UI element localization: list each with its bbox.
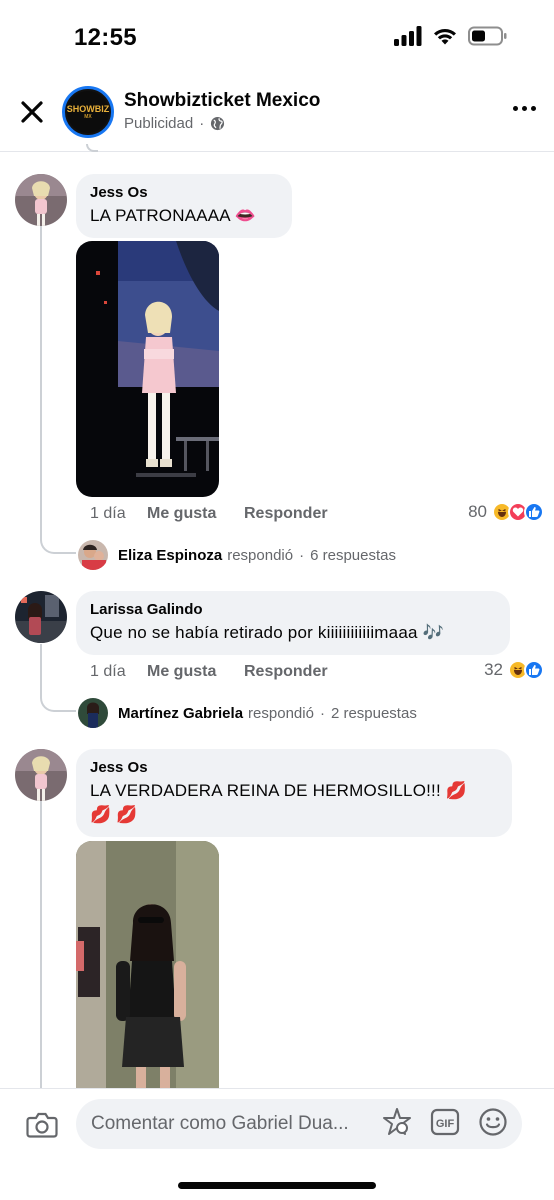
avatar-sticker-icon[interactable] xyxy=(382,1107,412,1137)
page-logo: SHOWBIZ MX xyxy=(67,91,109,133)
wifi-icon xyxy=(434,29,456,45)
comment-author[interactable]: Larissa Galindo xyxy=(90,601,496,618)
page-name[interactable]: Showbizticket Mexico xyxy=(124,90,320,112)
page-avatar[interactable]: SHOWBIZ MX xyxy=(62,86,114,138)
avatar[interactable] xyxy=(15,591,67,643)
globe-icon xyxy=(211,116,225,131)
reaction-summary[interactable]: 32 xyxy=(484,660,544,680)
logo-text: SHOWBIZ xyxy=(66,103,110,114)
signal-icon xyxy=(394,26,422,46)
status-icons xyxy=(394,26,508,46)
avatar[interactable] xyxy=(15,749,67,801)
sponsored-label: Publicidad xyxy=(124,115,194,132)
post-header: SHOWBIZ MX Showbizticket Mexico Publicid… xyxy=(0,76,554,152)
comment-text-line-1: LA VERDADERA REINA DE HERMOSILLO!!! 💋 xyxy=(90,781,468,800)
reply-count: 2 respuestas xyxy=(330,704,417,722)
comment-bubble[interactable]: Larissa Galindo Que no se había retirado… xyxy=(76,591,510,655)
comment-text: Que no se había retirado por kiiiiiiiiii… xyxy=(90,623,444,642)
reply-author: Eliza Espinoza xyxy=(118,546,223,564)
page-subtitle: Publicidad · xyxy=(124,115,225,132)
view-replies-link[interactable]: Eliza Espinoza respondió · 6 respuestas xyxy=(78,540,396,570)
comment-author[interactable]: Jess Os xyxy=(90,184,278,201)
thread-line-1 xyxy=(40,226,42,534)
avatar[interactable] xyxy=(15,174,67,226)
battery-icon xyxy=(468,26,507,46)
comment-actions: 1 día Me gusta Responder xyxy=(90,505,328,523)
home-indicator[interactable] xyxy=(178,1182,376,1189)
like-button[interactable]: Me gusta xyxy=(147,505,244,523)
comment-time: 1 día xyxy=(90,663,126,680)
thread-line-3 xyxy=(40,801,42,1088)
svg-text:GIF: GIF xyxy=(436,1118,455,1130)
reply-button[interactable]: Responder xyxy=(244,663,328,681)
avatar xyxy=(78,698,108,728)
composer-icons: GIF xyxy=(382,1107,508,1137)
status-bar: 12:55 xyxy=(0,0,554,72)
reply-button[interactable]: Responder xyxy=(244,505,328,523)
thread-connector-2 xyxy=(40,688,76,712)
reaction-count: 80 xyxy=(468,502,487,521)
reply-count: 6 respuestas xyxy=(310,546,396,564)
emoji-icon[interactable] xyxy=(478,1107,508,1137)
reply-author: Martínez Gabriela xyxy=(118,704,244,722)
comment-author[interactable]: Jess Os xyxy=(90,759,498,776)
reply-verb: respondió xyxy=(248,704,314,722)
thread-connector-1 xyxy=(40,530,76,554)
comment-actions: 1 día Me gusta Responder xyxy=(90,663,328,681)
comment-text: LA PATRONAAAA 👄 xyxy=(90,206,257,225)
comment-bubble[interactable]: Jess Os LA PATRONAAAA 👄 xyxy=(76,174,292,238)
thread-line-2 xyxy=(40,644,42,692)
comment-time: 1 día xyxy=(90,505,126,522)
avatar xyxy=(78,540,108,570)
more-options-button[interactable] xyxy=(513,106,536,111)
comment-photo[interactable] xyxy=(76,841,219,1088)
dot-separator: · xyxy=(199,115,205,132)
logo-sub: MX xyxy=(84,113,92,120)
like-icon xyxy=(524,660,544,680)
camera-icon[interactable] xyxy=(26,1111,58,1139)
close-icon[interactable] xyxy=(18,98,46,126)
status-time: 12:55 xyxy=(74,24,137,51)
reaction-summary[interactable]: 80 xyxy=(468,502,544,522)
reply-sep: · xyxy=(319,704,325,722)
comment-photo[interactable] xyxy=(76,241,219,497)
like-button[interactable]: Me gusta xyxy=(147,663,244,681)
view-replies-link[interactable]: Martínez Gabriela respondió · 2 respuest… xyxy=(78,698,417,728)
like-icon xyxy=(524,502,544,522)
comment-text-line-2: 💋 💋 xyxy=(90,804,138,824)
reply-sep: · xyxy=(299,546,305,564)
gif-icon[interactable]: GIF xyxy=(430,1108,460,1136)
reply-verb: respondió xyxy=(227,546,294,564)
reaction-count: 32 xyxy=(484,660,503,679)
comment-bubble[interactable]: Jess Os LA VERDADERA REINA DE HERMOSILLO… xyxy=(76,749,512,837)
